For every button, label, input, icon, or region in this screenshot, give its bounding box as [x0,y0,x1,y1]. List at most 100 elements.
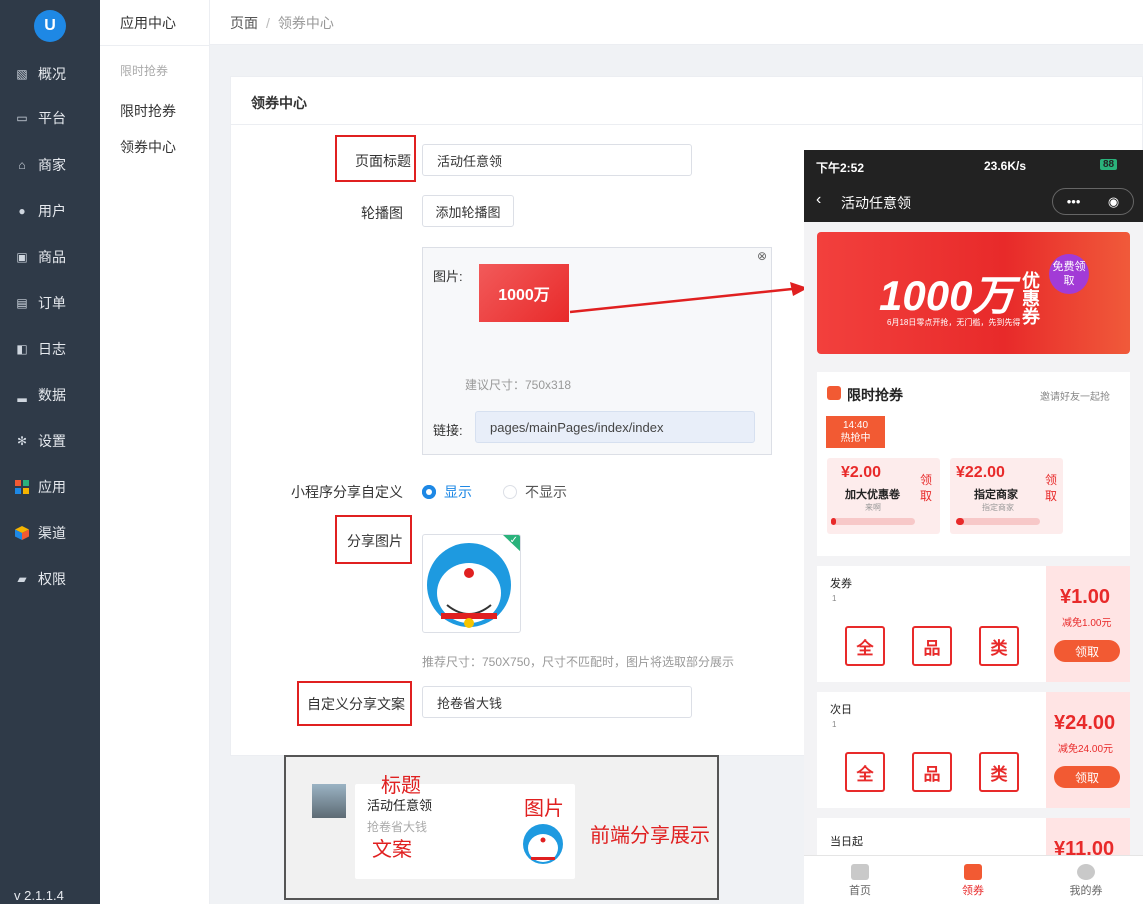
coupon-title: 当日起 [830,836,863,848]
radio-show[interactable]: 显示 [422,482,472,502]
coupon-name: 指定商家 [974,489,1018,501]
back-icon[interactable]: ‹ [816,191,821,209]
sidebar-item-logs[interactable]: ◧ 日志 [14,339,66,359]
coupon-card[interactable]: 发券 1 全 品 类 ¥1.00 减免1.00元 领取 [817,566,1130,682]
sidebar-item-label: 概况 [38,66,66,82]
gear-icon: ✻ [16,434,28,448]
subnav-item-flash[interactable]: 限时抢券 [120,101,176,121]
clipboard-icon: ▤ [16,296,28,310]
phone-nav-title: 活动任意领 [841,195,911,211]
progress-bar [831,518,915,525]
highlight-box [335,515,412,564]
app-logo[interactable]: U [34,10,66,42]
receive-label[interactable]: 领取 [920,472,934,504]
card-title: 领券中心 [251,95,307,111]
sidebar-item-label: 平台 [38,110,66,126]
radio-checked-icon [422,485,436,499]
sidebar-item-label: 日志 [38,341,66,357]
subnav-item-coupon-center[interactable]: 领券中心 [120,137,176,157]
sidebar-item-goods[interactable]: ▣ 商品 [14,247,66,267]
coupon-name: 加大优惠卷 [845,489,900,501]
close-circle-icon[interactable]: ◉ [1108,194,1119,210]
share-image-hint: 推荐尺寸：750X750，尺寸不匹配时，图片将选取部分展示 [422,655,735,669]
status-speed: 23.6K/s [984,159,1027,173]
sidebar-item-label: 商品 [38,249,66,265]
breadcrumb-current: 领券中心 [277,15,334,31]
user-icon: ● [18,204,26,218]
flash-section: 限时抢券 邀请好友一起抢 14:40 热抢中 ¥2.00 加大优惠卷 来啊 领取 … [817,372,1130,556]
sidebar-item-overview[interactable]: ▧ 概况 [14,64,66,84]
bar-chart-icon: ▂ [17,388,27,402]
link-input[interactable]: pages/mainPages/index/index [475,411,755,443]
coupon-card[interactable]: 当日起 ¥11.00 [817,818,1130,860]
coupon-title: 发券 [830,578,852,590]
main-sidebar: U ▧ 概况 ▭ 平台 ⌂ 商家 ● 用户 ▣ 商品 ▤ 订单 ◧ 日志 ▂ 数据 ✻ 设置 应用… [0,0,100,904]
chart-icon: ▧ [16,67,28,81]
banner-side-text: 优惠券 [1022,271,1040,327]
share-image-thumbnail[interactable]: ✓ [422,534,521,633]
doraemon-image [523,824,563,864]
tab-coupons[interactable]: 领券 [943,864,1003,898]
invite-link[interactable]: 邀请好友一起抢 [1040,388,1110,403]
sidebar-item-data[interactable]: ▂ 数据 [14,385,66,405]
avatar [312,784,346,818]
share-text-input[interactable]: 抢卷省大钱 [422,686,692,718]
coupon-desc: 减免24.00元 [1058,744,1114,755]
annotation-caption: 前端分享展示 [590,825,710,847]
page-title-input[interactable]: 活动任意领 [422,144,692,176]
coupon-price: ¥22.00 [956,464,1005,481]
scope-tag: 类 [979,626,1019,666]
status-time: 下午2:52 [816,161,865,175]
flash-coupon-card[interactable]: ¥2.00 加大优惠卷 来啊 领取 [827,458,940,534]
sidebar-item-platform[interactable]: ▭ 平台 [14,108,66,128]
store-icon: ⌂ [18,158,26,172]
sidebar-item-settings[interactable]: ✻ 设置 [14,431,66,451]
sidebar-item-label: 应用 [38,479,66,495]
close-icon[interactable]: ⊗ [757,249,767,263]
sidebar-item-user[interactable]: ● 用户 [14,201,66,221]
sidebar-item-label: 权限 [38,571,66,587]
suggest-size-hint: 建议尺寸：750x318 [465,378,572,392]
sidebar-item-label: 订单 [38,295,66,311]
receive-button[interactable]: 领取 [1054,640,1120,662]
sidebar-item-merchant[interactable]: ⌂ 商家 [14,155,66,175]
sidebar-item-label: 数据 [38,387,66,403]
coupon-count: 1 [832,720,837,729]
sidebar-item-apps[interactable]: 应用 [14,477,66,497]
time-tab[interactable]: 14:40 热抢中 [826,416,885,448]
banner-big-text: 1000万 [879,272,1015,319]
share-preview: 活动任意领 抢卷省大钱 标题 文案 图片 前端分享展示 [284,755,719,900]
carousel-thumbnail[interactable]: 1000万 [479,264,569,322]
coupon-card[interactable]: 次日 1 全 品 类 ¥24.00 减免24.00元 领取 [817,692,1130,808]
coupon-sub: 来啊 [865,503,881,512]
coupon-price-box: ¥24.00 减免24.00元 领取 [1046,692,1130,808]
alarm-icon [827,386,841,400]
book-icon: ◧ [16,342,28,356]
apps-grid-icon [14,479,30,495]
more-icon[interactable]: ••• [1067,194,1081,209]
tab-my-coupons[interactable]: 我的券 [1056,864,1116,898]
sidebar-item-permission[interactable]: ▰ 权限 [14,569,66,589]
sidebar-item-orders[interactable]: ▤ 订单 [14,293,66,313]
battery-icon: 88 [1100,159,1118,170]
coupon-price-box: ¥1.00 减免1.00元 领取 [1046,566,1130,682]
banner-badge: 免费领取 [1049,254,1089,294]
receive-label[interactable]: 领取 [1045,472,1059,504]
phone-nav-bar: ‹ 活动任意领 ••• ◉ [804,182,1143,222]
flash-coupon-card[interactable]: ¥22.00 指定商家 指定商家 领取 [950,458,1063,534]
radio-hide[interactable]: 不显示 [503,482,567,502]
banner-image[interactable]: 1000万 优惠券 免费领取 6月18日零点开抢，无门槛，先到先得 [817,232,1130,354]
breadcrumb-root[interactable]: 页面 [230,15,258,31]
capsule-menu[interactable]: ••• ◉ [1052,188,1134,215]
receive-button[interactable]: 领取 [1054,766,1120,788]
add-carousel-button[interactable]: 添加轮播图 [422,195,514,227]
coupon-price: ¥2.00 [841,464,882,481]
sidebar-item-label: 商家 [38,157,66,173]
check-icon: ✓ [509,535,518,546]
coupon-count: 1 [832,594,837,603]
sidebar-item-channel[interactable]: 渠道 [14,523,66,543]
tab-home[interactable]: 首页 [830,864,890,898]
ticket-icon [964,864,982,880]
scope-tag: 品 [912,752,952,792]
carousel-item-panel: ⊗ 图片: 1000万 建议尺寸：750x318 链接: pages/mainP… [422,247,772,455]
